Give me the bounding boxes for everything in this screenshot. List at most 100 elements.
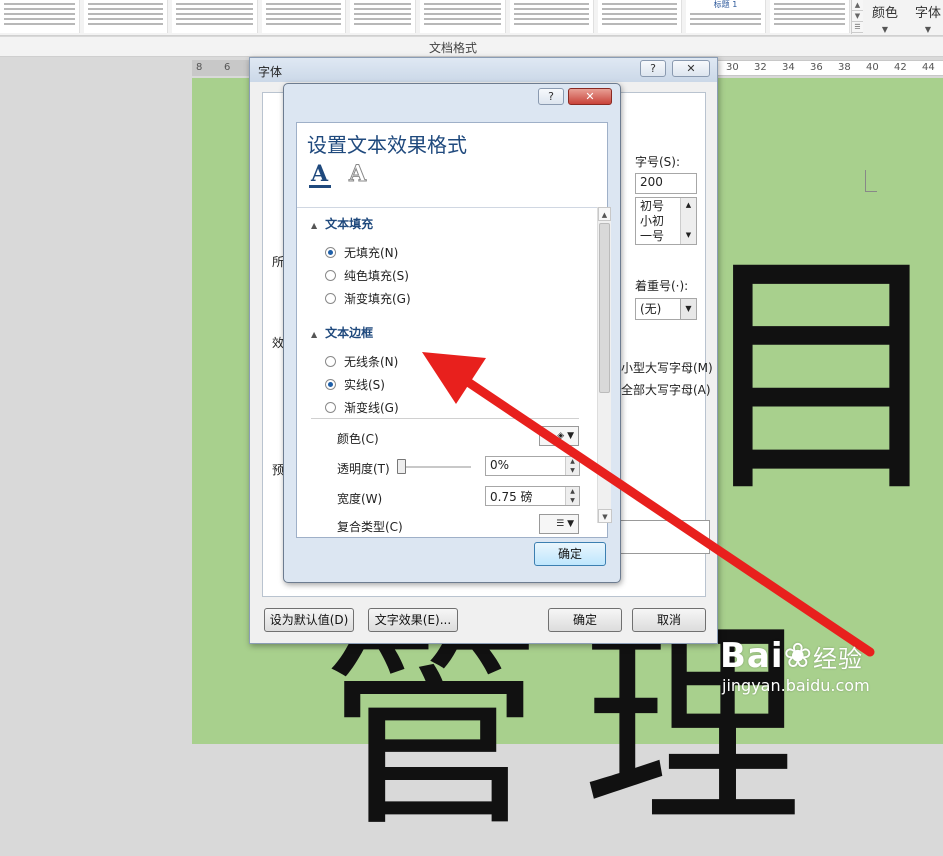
emphasis-select[interactable]: (无) ▼: [635, 298, 697, 320]
radio-icon: [325, 270, 336, 281]
emphasis-value: (无): [640, 302, 662, 316]
transparency-value: 0%: [490, 458, 510, 472]
text-effects-title: 设置文本效果格式: [307, 133, 467, 157]
radio-label: 无填充(N): [344, 246, 399, 260]
no-line-radio[interactable]: 无线条(N): [325, 353, 398, 370]
radio-label: 渐变线(G): [344, 401, 399, 415]
style-thumbnail[interactable]: [84, 0, 168, 33]
gallery-more-icon[interactable]: ☰: [852, 22, 863, 33]
allcaps-checkbox-label[interactable]: 全部大写字母(A): [621, 381, 711, 398]
text-effects-tab[interactable]: A: [348, 161, 366, 188]
size-label: 字号(S):: [635, 155, 681, 169]
style-thumbnail[interactable]: 标题 1: [686, 0, 766, 33]
style-thumbnail[interactable]: [0, 0, 80, 33]
ruler-tick: 30: [726, 62, 739, 73]
transparency-input[interactable]: 0% ▲ ▼: [485, 456, 580, 476]
style-thumbnail[interactable]: [262, 0, 346, 33]
document-char: 目: [692, 227, 943, 529]
spin-arrows-icon[interactable]: ▲ ▼: [565, 457, 579, 475]
style-thumbnail[interactable]: [172, 0, 258, 33]
fonts-button[interactable]: 字体 ▼: [915, 2, 941, 34]
style-thumbnail[interactable]: [420, 0, 506, 33]
radio-icon: [325, 293, 336, 304]
collapse-icon: ▲: [311, 330, 318, 339]
text-effects-options: ▲ 文本填充 无填充(N) 纯色填充(S) 渐变填充(G) ▲ 文本边框 无线条(N…: [297, 207, 607, 537]
compound-type-label: 复合类型(C): [337, 520, 403, 534]
group-label: 文档格式: [429, 41, 478, 55]
ruler-tick: 44: [922, 62, 935, 73]
radio-label: 纯色填充(S): [344, 269, 409, 283]
smallcaps-checkbox-label[interactable]: 小型大写字母(M): [621, 359, 713, 376]
gradient-line-radio[interactable]: 渐变线(G): [325, 399, 399, 416]
watermark-brand: Bai: [720, 636, 784, 676]
style-gallery-scroll[interactable]: ▲ ▼ ☰: [851, 0, 863, 34]
fonts-label: 字体: [915, 6, 942, 21]
chevron-down-icon: ▼: [924, 25, 932, 34]
gradient-fill-radio[interactable]: 渐变填充(G): [325, 290, 411, 307]
style-thumbnail[interactable]: [510, 0, 594, 33]
paw-icon: ❀: [783, 636, 814, 676]
radio-icon: [325, 356, 336, 367]
options-scrollbar[interactable]: ▲ ▼: [597, 207, 612, 523]
ribbon: 标题 1 ▲ ▼ ☰ 颜色 ▼ 字体 ▼: [0, 0, 943, 36]
size-input[interactable]: 200: [635, 173, 697, 194]
outline-section-label: 文本边框: [325, 326, 374, 340]
watermark-brand-2: 经验: [813, 645, 864, 673]
size-list[interactable]: 初号 小初 一号 ▲ ▼: [635, 197, 697, 245]
chevron-down-icon[interactable]: ▼: [680, 299, 696, 319]
font-dialog-title: 字体: [258, 65, 283, 79]
close-button[interactable]: ✕: [672, 60, 710, 77]
radio-icon: [325, 247, 336, 258]
ok-button[interactable]: 确定: [534, 542, 606, 566]
set-default-button[interactable]: 设为默认值(D): [264, 608, 354, 632]
style-thumbnail[interactable]: [350, 0, 416, 33]
cancel-button[interactable]: 取消: [632, 608, 706, 632]
fill-section-header[interactable]: ▲ 文本填充: [311, 215, 373, 232]
spin-arrows-icon[interactable]: ▲ ▼: [565, 487, 579, 505]
transparency-label: 透明度(T): [337, 462, 390, 476]
baidu-jingyan-watermark: Bai❀经验 jingyan.baidu.com: [720, 636, 870, 695]
color-label: 颜色(C): [337, 432, 379, 446]
active-tab-indicator: [309, 185, 331, 188]
help-button[interactable]: ?: [640, 60, 666, 77]
ruler-tick: 6: [224, 62, 231, 73]
colors-button[interactable]: 颜色 ▼: [872, 2, 898, 34]
fill-section-label: 文本填充: [325, 217, 374, 231]
ruler-tick: 8: [196, 62, 203, 73]
radio-label: 无线条(N): [344, 355, 399, 369]
text-boundary-mark: [865, 170, 877, 192]
scroll-down-icon[interactable]: ▼: [598, 509, 612, 523]
close-button[interactable]: ✕: [568, 88, 612, 105]
solid-line-radio[interactable]: 实线(S): [325, 376, 385, 393]
text-effects-dialog: ? ✕ 设置文本效果格式 A A ▲ 文本填充 无填充(N) 纯色填充(S) 渐变…: [283, 83, 621, 583]
ok-button[interactable]: 确定: [548, 608, 622, 632]
style-thumbnail[interactable]: [598, 0, 682, 33]
paint-bucket-icon: ◈: [557, 431, 565, 441]
ruler-tick: 36: [810, 62, 823, 73]
style-thumbnail[interactable]: [770, 0, 850, 33]
solid-fill-radio[interactable]: 纯色填充(S): [325, 267, 409, 284]
color-picker[interactable]: ◈ ▼: [539, 426, 579, 446]
watermark-url: jingyan.baidu.com: [722, 676, 870, 695]
radio-label: 渐变填充(G): [344, 292, 411, 306]
list-scrollbar[interactable]: ▲ ▼: [680, 198, 696, 244]
help-button[interactable]: ?: [538, 88, 564, 105]
chevron-up-icon[interactable]: ▲: [852, 0, 863, 11]
scroll-thumb[interactable]: [599, 223, 610, 393]
slider-thumb[interactable]: [397, 459, 406, 474]
no-fill-radio[interactable]: 无填充(N): [325, 244, 398, 261]
text-effects-button[interactable]: 文字效果(E)...: [368, 608, 458, 632]
document-char: 管: [322, 600, 543, 856]
width-input[interactable]: 0.75 磅 ▲ ▼: [485, 486, 580, 506]
radio-label: 实线(S): [344, 378, 385, 392]
chevron-down-icon[interactable]: ▼: [852, 11, 863, 22]
scroll-up-icon[interactable]: ▲: [598, 207, 611, 221]
chevron-down-icon: ▼: [881, 25, 889, 34]
compound-type-picker[interactable]: ☰ ▼: [539, 514, 579, 534]
outline-section-header[interactable]: ▲ 文本边框: [311, 324, 373, 341]
font-dialog-titlebar[interactable]: 字体 ? ✕: [250, 58, 717, 82]
collapse-icon: ▲: [311, 221, 318, 230]
text-fill-outline-tab[interactable]: A: [311, 161, 328, 187]
style-sample-title: 标题 1: [713, 0, 738, 9]
colors-label: 颜色: [872, 6, 899, 21]
